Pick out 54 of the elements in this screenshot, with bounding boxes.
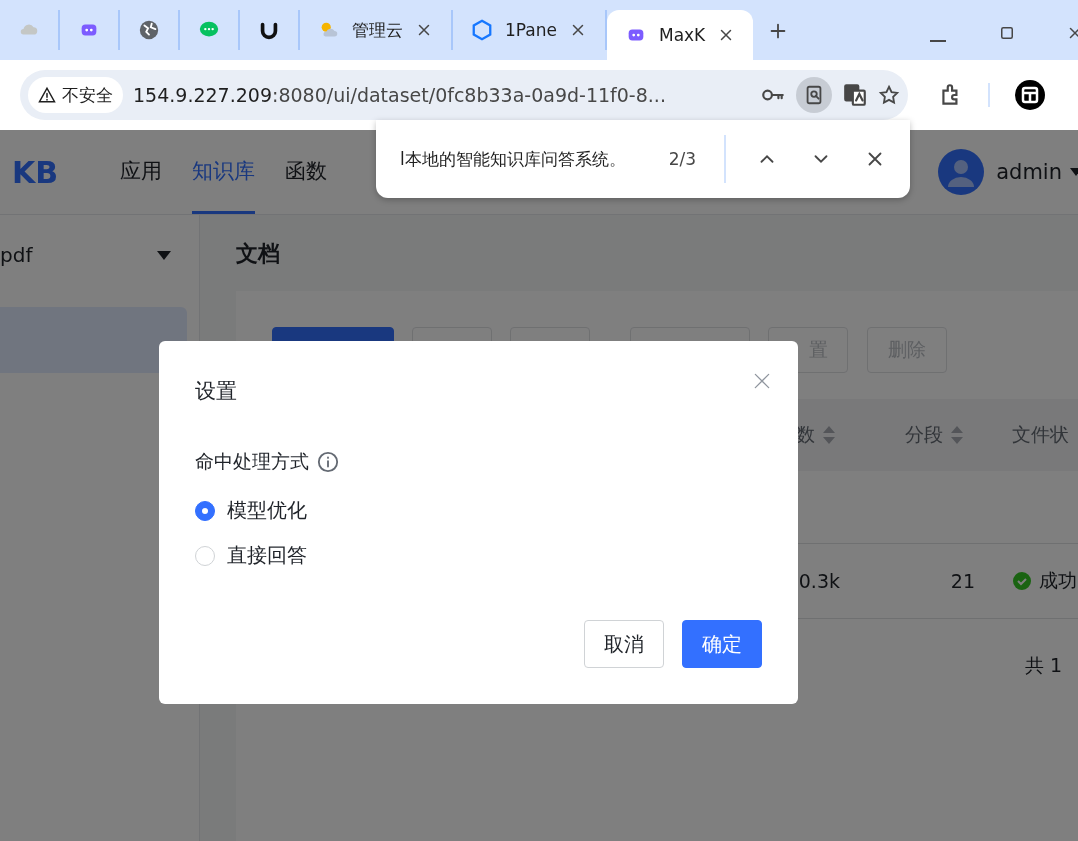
hexagon-icon <box>471 19 493 41</box>
tab-title: 1Pane <box>505 20 557 40</box>
url-text: 154.9.227.209:8080/ui/dataset/0fc8b33a-0a9d-11f0-8... <box>133 84 667 106</box>
browser-tab[interactable]: 1Pane <box>453 10 607 50</box>
star-icon <box>878 84 900 106</box>
close-button[interactable] <box>752 371 772 391</box>
match-count: 2/3 <box>668 135 726 183</box>
maximize-icon <box>998 24 1016 42</box>
find-page-button[interactable] <box>796 77 832 113</box>
profile-icon <box>1014 79 1046 111</box>
cancel-button[interactable]: 取消 <box>584 620 664 668</box>
avatar-icon <box>938 149 985 195</box>
close-icon <box>752 371 772 391</box>
translate-button[interactable] <box>842 82 868 108</box>
success-check-icon <box>1013 572 1031 590</box>
info-icon <box>317 451 339 473</box>
radio-option[interactable]: 模型优化 <box>195 497 762 524</box>
app-logo: KB <box>11 154 60 190</box>
field-label: 命中处理方式 <box>195 449 309 474</box>
radio-label: 模型优化 <box>227 497 307 524</box>
confirm-button[interactable]: 确定 <box>682 620 762 668</box>
radio-button[interactable] <box>195 500 215 521</box>
browser-tab[interactable]: 管理云 <box>300 10 453 50</box>
dataset-name: pdf <box>0 243 33 267</box>
column-header: 数 <box>796 422 815 447</box>
dataset-select[interactable]: pdf <box>0 243 199 267</box>
find-query[interactable]: l本地的智能知识库问答系统。 <box>400 147 669 171</box>
section-title: 文档 <box>236 240 281 268</box>
dialog-title: 设置 <box>195 378 238 405</box>
maximize-button[interactable] <box>998 24 1016 42</box>
tab-title: 管理云 <box>352 18 403 42</box>
total-count: 共 1 <box>1024 653 1062 678</box>
minimize-icon <box>930 40 946 42</box>
column-header: 文件状 <box>1012 422 1069 447</box>
sidebar-item[interactable] <box>0 307 187 373</box>
security-chip[interactable]: 不安全 <box>28 77 123 113</box>
user-name[interactable]: admin <box>996 160 1062 184</box>
address-bar[interactable]: 不安全 154.9.227.209:8080/ui/dataset/0fc8b33a-0a9d-11f0-8... <box>20 70 908 120</box>
nav-tab[interactable]: 应用 <box>120 130 162 214</box>
table-cell: 21 <box>950 570 975 592</box>
warning-icon <box>38 86 56 104</box>
tab-title: MaxK <box>658 25 706 45</box>
translate-icon <box>842 82 868 108</box>
table-cell-text: 成功 <box>1039 568 1077 593</box>
bookmark-star-button[interactable] <box>878 84 900 106</box>
radio-option[interactable]: 直接回答 <box>195 542 762 569</box>
browser-tab[interactable]: MaxK <box>606 10 754 60</box>
caret-icon <box>157 250 171 260</box>
security-label: 不安全 <box>62 83 113 107</box>
nav-tab[interactable]: 函数 <box>285 130 327 214</box>
column-header: 分段 <box>905 422 943 447</box>
profile-button[interactable] <box>1014 79 1046 111</box>
table-cell: 0.3k <box>798 570 840 592</box>
radio-label: 直接回答 <box>227 542 307 569</box>
